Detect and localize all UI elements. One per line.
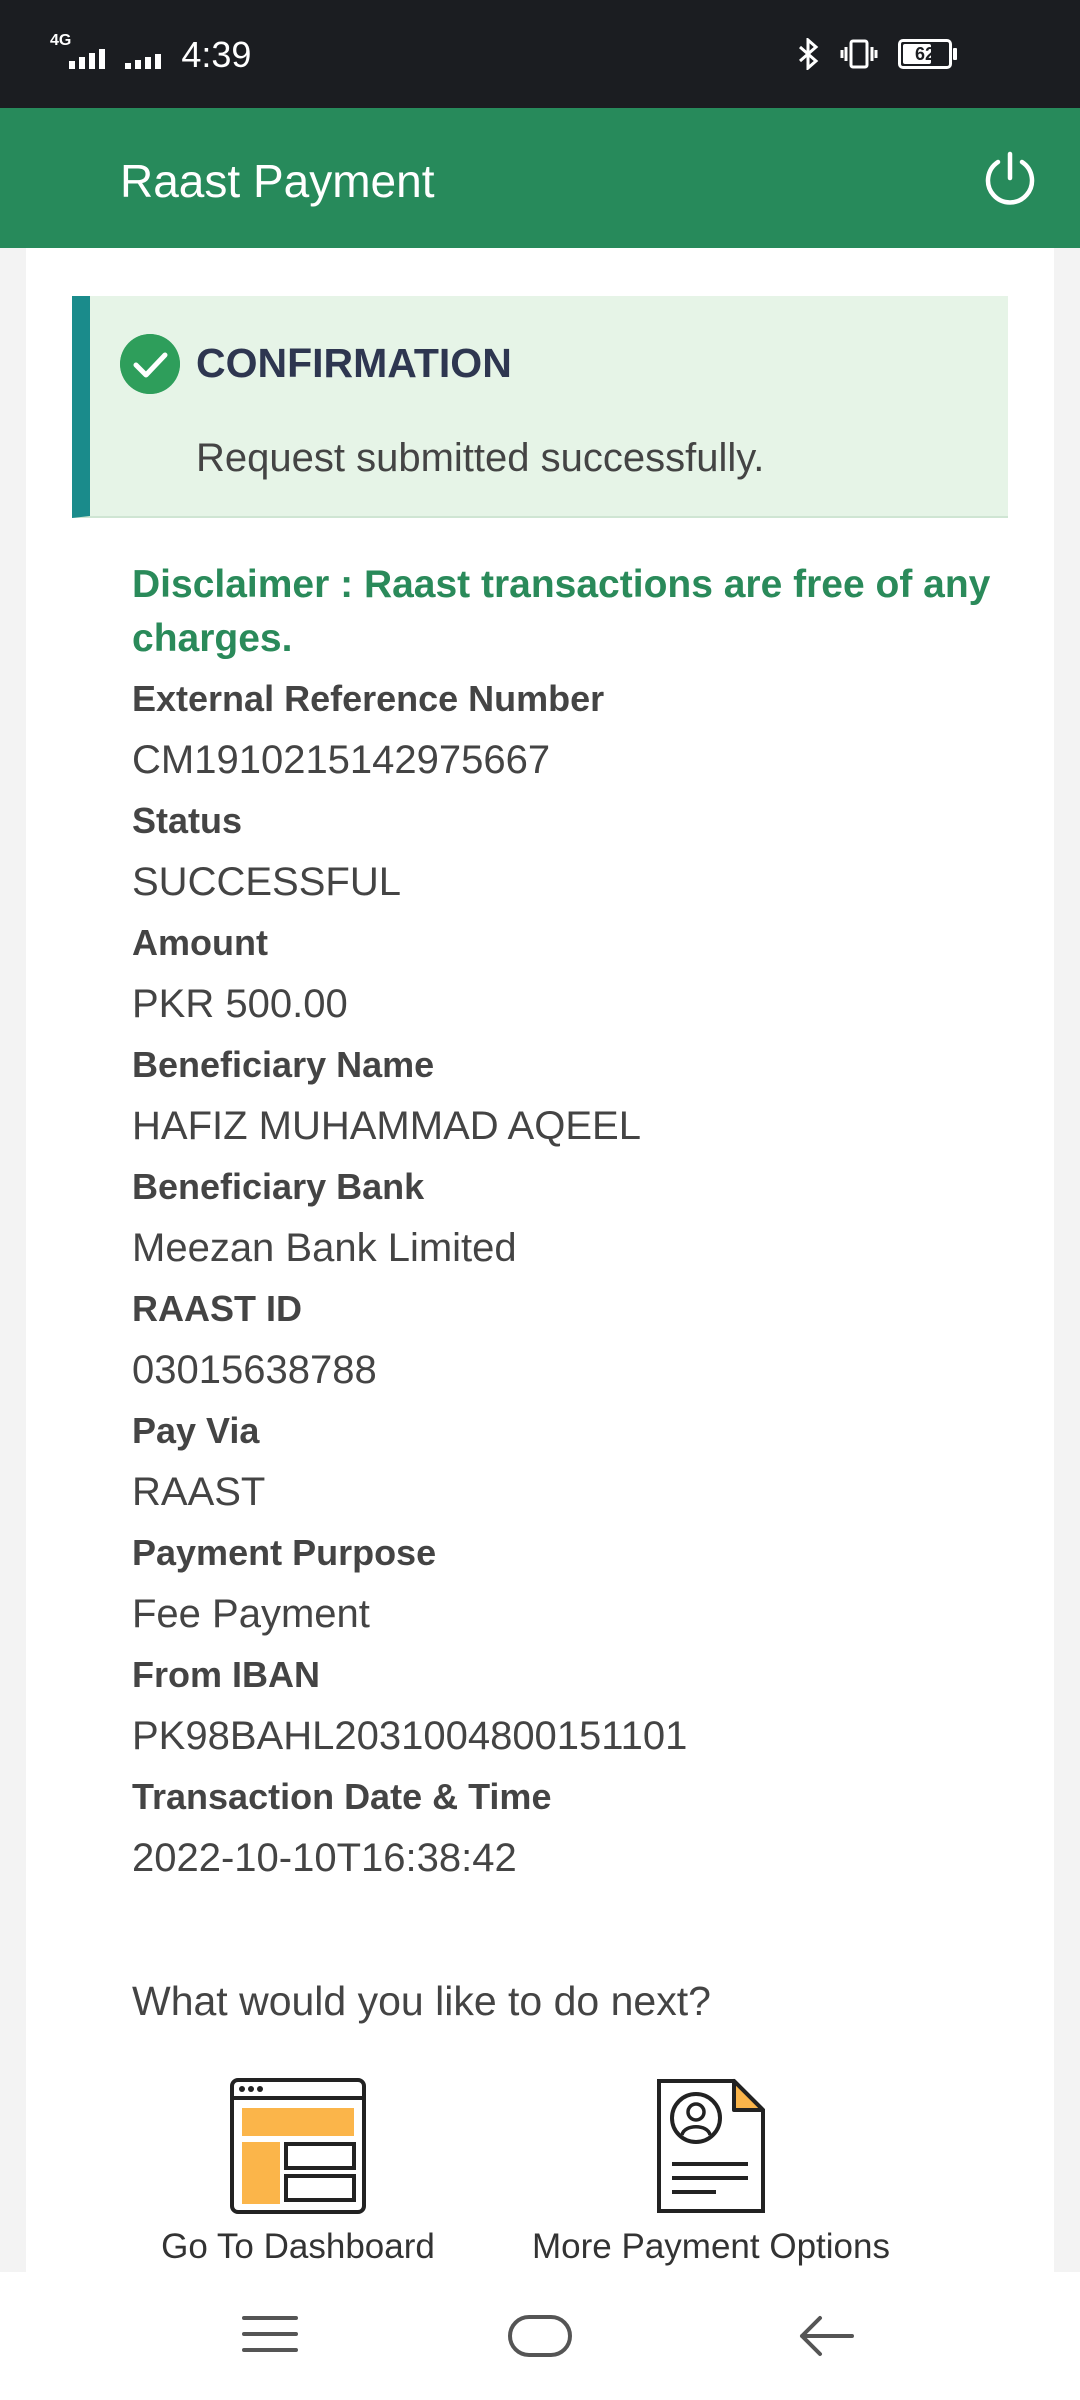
detail-value: CM1910215142975667 (132, 738, 551, 782)
detail-label: Pay Via (132, 1410, 260, 1451)
confirmation-message: Request submitted successfully. (196, 436, 765, 480)
app-bar: Raast Payment (0, 108, 1080, 248)
detail-label: External Reference Number (132, 678, 605, 719)
detail-row-amount: Amount PKR 500.00 (132, 918, 992, 1040)
more-payment-options-label: More Payment Options (532, 2227, 890, 2266)
confirmation-banner: CONFIRMATION Request submitted successfu… (72, 296, 1008, 518)
status-bar: 4G 4:39 62 (0, 0, 1080, 108)
page-title: Raast Payment (120, 155, 435, 207)
detail-value: Fee Payment (132, 1592, 370, 1636)
dashboard-icon (230, 2078, 366, 2214)
detail-value: RAAST (132, 1470, 266, 1514)
detail-label: Status (132, 800, 243, 841)
battery-indicator: 62 (898, 39, 957, 69)
detail-value: 03015638788 (132, 1348, 377, 1392)
detail-label: Transaction Date & Time (132, 1776, 552, 1817)
clock: 4:39 (181, 34, 252, 75)
detail-label: Beneficiary Bank (132, 1166, 425, 1207)
detail-label: Beneficiary Name (132, 1044, 435, 1085)
detail-value: PK98BAHL2031004800151101 (132, 1714, 688, 1758)
more-payment-options-button[interactable]: More Payment Options (486, 2078, 936, 2267)
menu-icon[interactable] (240, 2312, 300, 2356)
detail-row-date-time: Transaction Date & Time 2022-10-10T16:38… (132, 1772, 992, 1894)
power-icon[interactable] (980, 148, 1040, 208)
detail-label: RAAST ID (132, 1288, 302, 1329)
vibrate-icon (840, 39, 878, 69)
detail-value: Meezan Bank Limited (132, 1226, 517, 1270)
detail-label: Amount (132, 922, 268, 963)
disclaimer: Disclaimer : Raast transactions are free… (132, 563, 991, 660)
document-profile-icon (657, 2079, 765, 2213)
back-icon[interactable] (796, 2312, 856, 2360)
content-card: CONFIRMATION Request submitted successfu… (26, 248, 1054, 2272)
transaction-details: Disclaimer : Raast transactions are free… (132, 558, 992, 1894)
check-circle-icon (120, 334, 180, 394)
home-icon[interactable] (506, 2312, 574, 2360)
battery-level: 62 (914, 44, 936, 64)
detail-row-raast-id: RAAST ID 03015638788 (132, 1284, 992, 1406)
detail-row-payment-purpose: Payment Purpose Fee Payment (132, 1528, 992, 1650)
detail-value: PKR 500.00 (132, 982, 348, 1026)
network-type: 4G (50, 32, 72, 49)
go-to-dashboard-label: Go To Dashboard (161, 2227, 435, 2266)
detail-row-reference: External Reference Number CM191021514297… (132, 674, 992, 796)
detail-value: 2022-10-10T16:38:42 (132, 1836, 517, 1880)
go-to-dashboard-button[interactable]: Go To Dashboard (148, 2078, 448, 2267)
detail-row-pay-via: Pay Via RAAST (132, 1406, 992, 1528)
detail-row-beneficiary-name: Beneficiary Name HAFIZ MUHAMMAD AQEEL (132, 1040, 992, 1162)
detail-row-status: Status SUCCESSFUL (132, 796, 992, 918)
detail-label: Payment Purpose (132, 1532, 437, 1573)
detail-label: From IBAN (132, 1654, 320, 1695)
signal-icon-2 (125, 41, 162, 69)
detail-value: SUCCESSFUL (132, 860, 401, 904)
signal-icon (69, 41, 106, 69)
detail-row-beneficiary-bank: Beneficiary Bank Meezan Bank Limited (132, 1162, 992, 1284)
bluetooth-icon (799, 38, 819, 70)
confirmation-heading: CONFIRMATION (196, 340, 512, 386)
detail-value: HAFIZ MUHAMMAD AQEEL (132, 1104, 641, 1148)
detail-row-from-iban: From IBAN PK98BAHL2031004800151101 (132, 1650, 992, 1772)
system-nav-bar (0, 2272, 1080, 2400)
next-prompt: What would you like to do next? (132, 1978, 711, 2024)
